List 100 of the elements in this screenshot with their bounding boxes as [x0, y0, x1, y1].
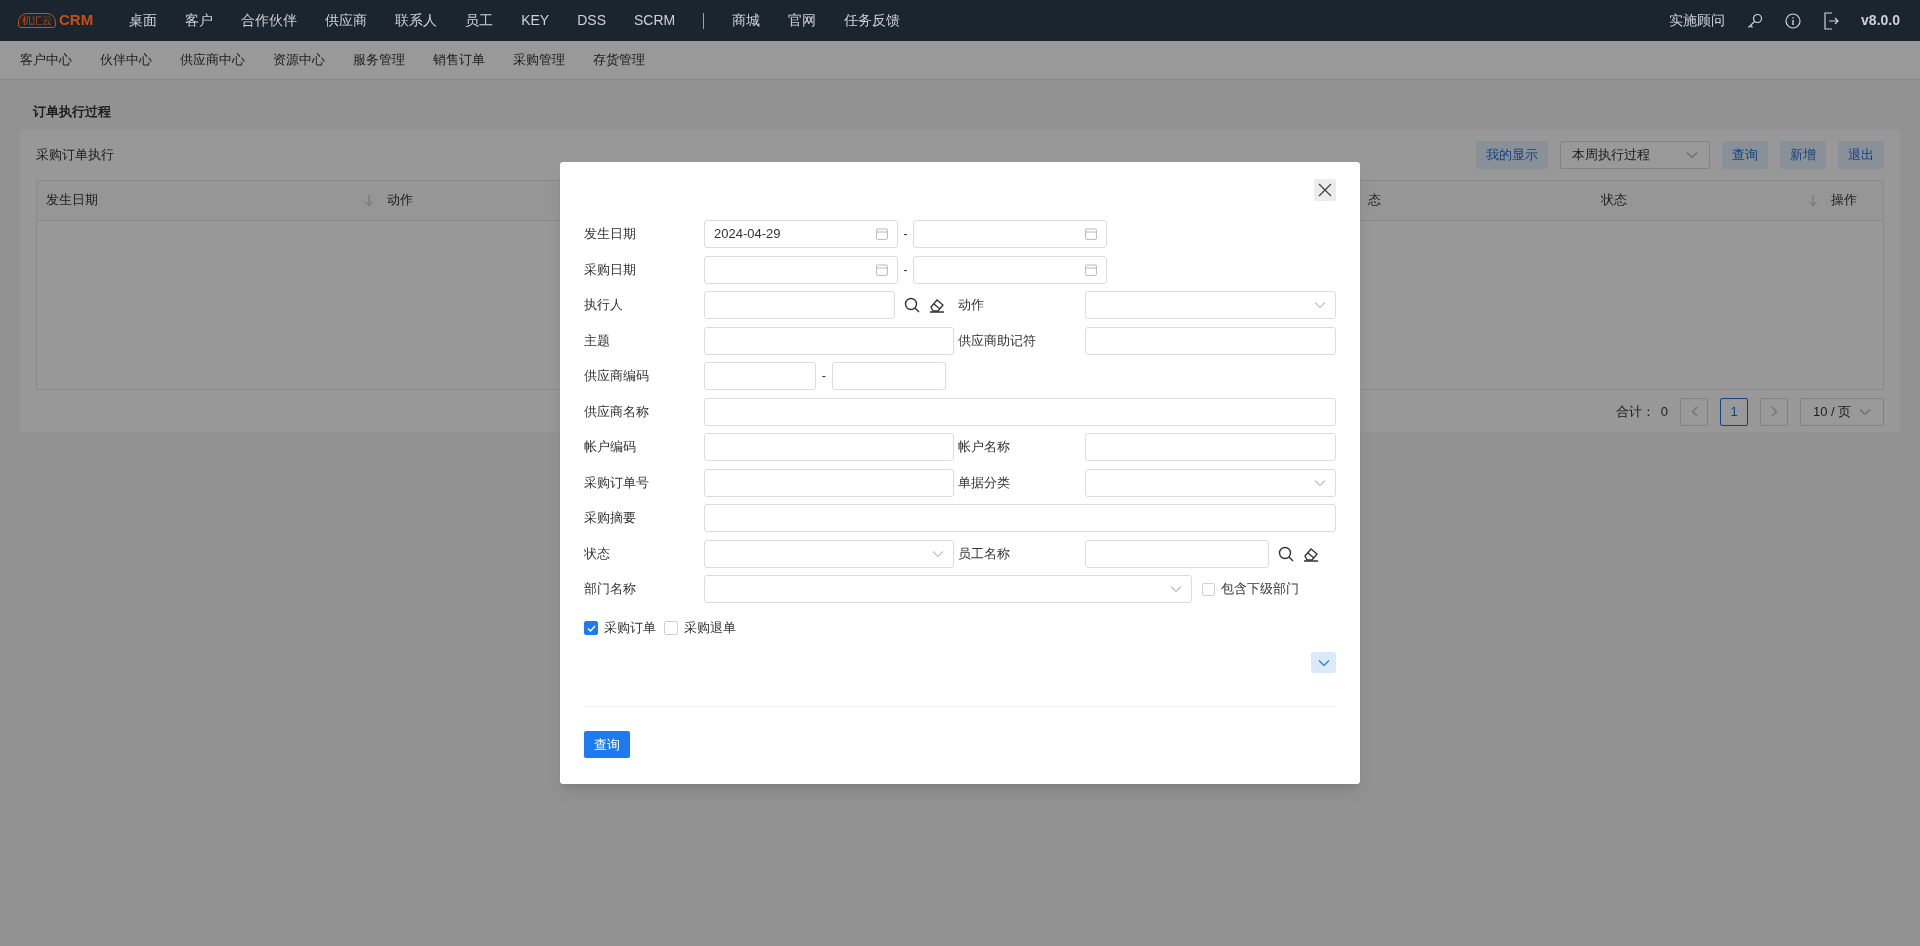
field-label: 供应商助记符: [957, 331, 1037, 350]
input-field[interactable]: [704, 468, 954, 497]
field-label: 单据分类: [957, 473, 1011, 492]
info-icon[interactable]: [1785, 12, 1802, 29]
nav-link[interactable]: 任务反馈: [844, 10, 901, 31]
select-field[interactable]: [1085, 468, 1336, 497]
range-separator: -: [902, 225, 909, 244]
field-label: 帐户编码: [584, 438, 637, 457]
page-size-select[interactable]: 10 / 页: [1800, 397, 1884, 426]
date-field[interactable]: [913, 255, 1107, 284]
field-label: 采购订单号: [584, 473, 650, 492]
nav-link[interactable]: 官网: [788, 10, 817, 31]
sort-arrow-icon[interactable]: [364, 194, 374, 206]
chevron-right-icon: [1770, 406, 1778, 417]
close-icon: [1318, 183, 1332, 197]
nav-link[interactable]: 员工: [465, 10, 494, 31]
chevron-down-icon: [932, 549, 944, 558]
date-field[interactable]: [913, 220, 1107, 248]
toolbar-button[interactable]: 查询: [1722, 140, 1768, 169]
page-title: 订单执行过程: [32, 103, 112, 121]
sub-nav-link[interactable]: 采购管理: [513, 50, 565, 70]
version-text: v8.0.0: [1861, 11, 1900, 30]
chevron-down-icon: [1314, 301, 1326, 309]
calendar-icon: [1085, 263, 1097, 276]
sub-nav-link[interactable]: 供应商中心: [180, 50, 245, 70]
role-link[interactable]: 实施顾问: [1669, 10, 1726, 31]
calendar-icon: [876, 228, 888, 240]
close-button[interactable]: [1314, 179, 1336, 201]
date-field[interactable]: 2024-04-29: [704, 220, 898, 248]
input-field[interactable]: [704, 397, 1336, 426]
field-label: 供应商编码: [584, 367, 650, 386]
nav-link[interactable]: SCRM: [634, 10, 676, 31]
key-icon[interactable]: [1747, 12, 1764, 29]
toolbar-button[interactable]: 退出: [1838, 140, 1884, 169]
column-header[interactable]: 动作: [387, 190, 413, 210]
previous-page-button[interactable]: [1680, 397, 1708, 426]
input-field[interactable]: [704, 291, 895, 319]
input-field[interactable]: [1085, 539, 1269, 568]
search-icon[interactable]: [1278, 545, 1294, 562]
next-page-button[interactable]: [1760, 397, 1788, 426]
chevron-down-icon: [1317, 658, 1330, 667]
column-header[interactable]: 发生日期: [46, 190, 98, 210]
checkbox[interactable]: [584, 621, 598, 635]
field-label: 发生日期: [584, 225, 637, 244]
toolbar-button[interactable]: 新增: [1780, 140, 1826, 169]
range-separator: -: [902, 260, 909, 279]
sub-nav-link[interactable]: 资源中心: [273, 50, 325, 70]
page-button[interactable]: 1: [1720, 397, 1748, 426]
calendar-icon: [876, 263, 888, 276]
nav-link[interactable]: 供应商: [325, 10, 368, 31]
checkbox-label: 采购订单: [604, 619, 656, 638]
panel-title: 采购订单执行: [36, 145, 114, 164]
field-label: 部门名称: [584, 580, 637, 599]
input-field[interactable]: [832, 362, 946, 390]
chevron-left-icon: [1690, 406, 1698, 417]
nav-link[interactable]: 合作伙伴: [241, 10, 298, 31]
view-select[interactable]: 本周执行过程: [1560, 140, 1710, 169]
nav-link[interactable]: DSS: [577, 10, 606, 31]
sort-arrow-icon[interactable]: [1808, 194, 1818, 206]
range-separator: -: [820, 367, 828, 386]
sub-nav-link[interactable]: 销售订单: [433, 50, 485, 70]
field-label: 状态: [584, 544, 611, 563]
search-icon[interactable]: [904, 297, 920, 313]
eraser-icon[interactable]: [929, 297, 945, 313]
input-field[interactable]: [704, 433, 954, 461]
nav-link[interactable]: KEY: [521, 10, 550, 31]
date-field[interactable]: [704, 255, 898, 284]
nav-link[interactable]: 桌面: [129, 10, 158, 31]
sub-nav-link[interactable]: 伙伴中心: [100, 50, 152, 70]
column-header[interactable]: 状态: [1601, 190, 1627, 210]
input-field[interactable]: [704, 362, 816, 390]
nav-link[interactable]: 客户: [185, 10, 214, 31]
column-header[interactable]: 操作: [1831, 190, 1857, 210]
chevron-down-icon: [1859, 407, 1871, 416]
field-label: 执行人: [584, 296, 624, 315]
logout-icon[interactable]: [1823, 11, 1840, 30]
total-label: 合计：: [1615, 402, 1655, 421]
select-field[interactable]: [704, 575, 1192, 603]
field-label: 供应商名称: [584, 402, 650, 421]
sub-nav-link[interactable]: 存货管理: [593, 50, 645, 70]
nav-link[interactable]: 商城: [732, 10, 761, 31]
sub-nav-link[interactable]: 服务管理: [353, 50, 405, 70]
input-field[interactable]: [704, 326, 954, 355]
column-header[interactable]: 态: [1368, 190, 1381, 210]
input-field[interactable]: [1085, 326, 1336, 355]
select-field[interactable]: [704, 539, 954, 568]
field-label: 动作: [957, 296, 985, 315]
sub-nav-link[interactable]: 客户中心: [20, 50, 72, 70]
field-label: 帐户名称: [957, 438, 1011, 457]
select-field[interactable]: [1085, 291, 1336, 319]
input-field[interactable]: [1085, 433, 1336, 461]
nav-link[interactable]: 联系人: [395, 10, 438, 31]
expand-button[interactable]: [1311, 652, 1336, 673]
total-count: 0: [1660, 402, 1668, 421]
toolbar-button[interactable]: 我的显示: [1476, 140, 1548, 169]
logo-badge: 机汇云: [18, 13, 56, 28]
query-button[interactable]: 查询: [584, 731, 630, 758]
logo-text: CRM: [59, 10, 94, 31]
input-field[interactable]: [704, 504, 1336, 532]
chevron-down-icon: [1314, 478, 1326, 487]
